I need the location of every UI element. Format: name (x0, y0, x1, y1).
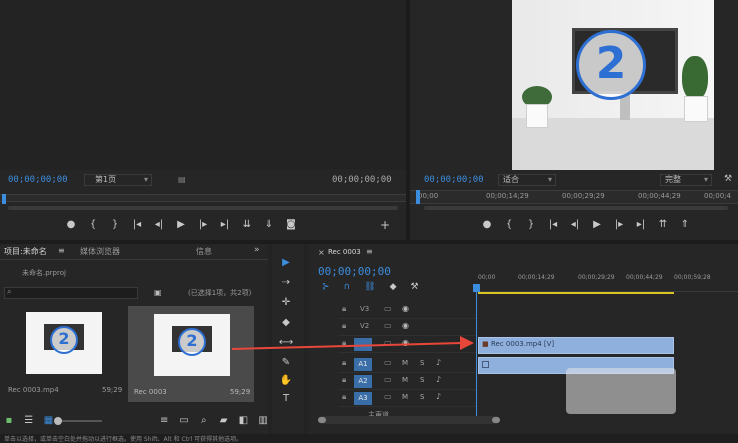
drag-arrow-line (231, 342, 463, 350)
status-text: 单击以选择，或单击空白处并拖动以进行框选。使用 Shift、Alt 和 Ctrl… (4, 436, 243, 443)
watermark-blur (566, 368, 676, 414)
status-bar: 单击以选择，或单击空白处并拖动以进行框选。使用 Shift、Alt 和 Ctrl… (0, 434, 738, 443)
drag-arrow-head (460, 336, 474, 350)
